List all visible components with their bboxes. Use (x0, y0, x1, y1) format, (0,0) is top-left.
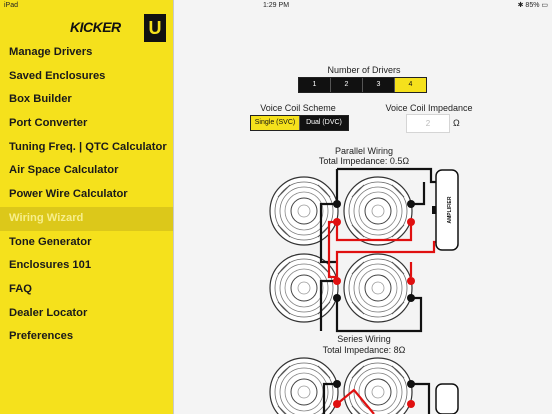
speaker-icon (343, 253, 413, 323)
speaker-icon (269, 357, 339, 414)
brand-header: KICKER U (70, 14, 170, 44)
sidebar-item-enclosures-101[interactable]: Enclosures 101 (0, 254, 173, 278)
sidebar-item-dealer-locator[interactable]: Dealer Locator (0, 302, 173, 326)
status-time: 1:29 PM (262, 2, 290, 9)
sidebar: KICKER U Manage Drivers Saved Enclosures B… (0, 0, 173, 414)
sidebar-item-preferences[interactable]: Preferences (0, 325, 173, 349)
speaker-icon (343, 176, 413, 246)
sidebar-item-air-space-calculator[interactable]: Air Space Calculator (0, 159, 173, 183)
status-bar: iPad 1:29 PM ✱ 85% ▭ (0, 0, 552, 12)
sidebar-item-manage-drivers[interactable]: Manage Drivers (0, 41, 173, 65)
sidebar-item-power-wire-calculator[interactable]: Power Wire Calculator (0, 183, 173, 207)
wiring-diagram: AMPLIFIER (269, 167, 459, 414)
sidebar-item-faq[interactable]: FAQ (0, 278, 173, 302)
sidebar-item-tuning-freq-qtc-calculator[interactable]: Tuning Freq. | QTC Calculator (0, 136, 173, 160)
amplifier-icon: AMPLIFIER (432, 169, 459, 251)
wiring-wizard-panel: Number of Drivers 1234 Voice Coil Scheme… (174, 12, 552, 414)
sidebar-item-saved-enclosures[interactable]: Saved Enclosures (0, 65, 173, 89)
kicker-logo: KICKER (70, 19, 121, 35)
speaker-icon (269, 253, 339, 323)
sidebar-item-tone-generator[interactable]: Tone Generator (0, 231, 173, 255)
battery-level: 85% (525, 2, 540, 9)
sidebar-item-wiring-wizard[interactable]: Wiring Wizard (0, 206, 173, 231)
amplifier-label: AMPLIFIER (447, 196, 453, 223)
sidebar-item-box-builder[interactable]: Box Builder (0, 88, 173, 112)
sidebar-item-port-converter[interactable]: Port Converter (0, 112, 173, 136)
university-badge: U (144, 14, 166, 42)
battery-indicator: ✱ 85% ▭ (517, 2, 548, 9)
sidebar-menu: Manage Drivers Saved Enclosures Box Builde… (0, 41, 173, 349)
speaker-icon (269, 176, 339, 246)
speaker-icon (343, 357, 413, 414)
